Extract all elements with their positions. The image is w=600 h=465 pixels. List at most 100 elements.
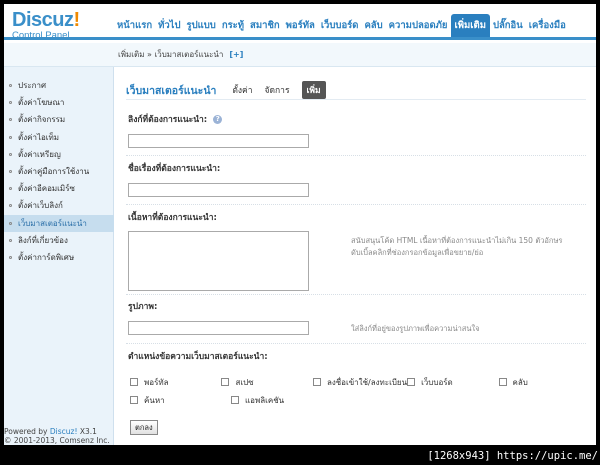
position-option[interactable]: สเปซ <box>221 376 312 389</box>
submit-button[interactable]: ตกลง <box>130 420 158 435</box>
content-textarea[interactable] <box>128 231 309 291</box>
position-option[interactable]: ค้นหา <box>130 394 231 407</box>
nav-item[interactable]: เว็บบอร์ด <box>318 14 362 37</box>
link-field-label: ลิงก์ที่ต้องการแนะนำ:? <box>128 112 223 126</box>
add-shortcut-button[interactable]: [+] <box>229 50 243 59</box>
bullet-icon <box>9 238 12 242</box>
sidebar-item-label: ตั้งค่าคู่มือการใช้งาน <box>18 167 90 177</box>
checkbox[interactable] <box>312 378 321 386</box>
watermark: [1268x943] https://upic.me/ <box>427 450 598 462</box>
nav-item[interactable]: กระทู้ <box>219 14 247 37</box>
nav-item[interactable]: ความปลอดภัย <box>386 14 451 37</box>
nav-item[interactable]: สมาชิก <box>247 14 283 37</box>
checkbox-label: เว็บบอร์ด <box>421 377 453 387</box>
content-hint: สนับสนุนโค้ด HTML เนื้อหาที่ต้องการแนะนำ… <box>351 236 563 257</box>
sidebar-item[interactable]: ตั้งค่าเหรียญ <box>4 146 114 163</box>
sidebar-item[interactable]: ตั้งค่าคู่มือการใช้งาน <box>4 163 114 180</box>
bullet-icon <box>9 187 12 191</box>
checkbox[interactable] <box>498 378 507 386</box>
header: Discuz! Control Panel หน้าแรก ทั่วไป รูปแบ… <box>4 4 596 41</box>
checkbox-label: ค้นหา <box>144 395 165 405</box>
top-nav: หน้าแรก ทั่วไป รูปแบบ กระทู้ สมาชิก พอร์ทัล เว… <box>114 14 569 37</box>
main-panel: เว็บมาสเตอร์แนะนำ ตั้งค่า จัดการ เพิ่ม ลิง… <box>114 67 596 445</box>
tab[interactable]: จัดการ <box>265 83 290 97</box>
position-option[interactable]: แอพลิเคชัน <box>231 394 332 407</box>
checkbox-label: ลงชื่อเข้าใช้/ลงทะเบียน <box>326 377 408 387</box>
sidebar-item-label: ตั้งค่าเว็บลิงก์ <box>18 201 63 211</box>
tab[interactable]: ตั้งค่า <box>232 83 252 97</box>
sidebar-item[interactable]: ตั้งค่าการ์ดพิเศษ <box>4 249 114 266</box>
sidebar-item[interactable]: ประกาศ <box>4 77 114 94</box>
bullet-icon <box>9 204 12 208</box>
nav-item[interactable]: เพิ่มเติม <box>450 14 490 37</box>
sidebar-item[interactable]: ตั้งค่าเว็บลิงก์ <box>4 197 114 214</box>
powered-link[interactable]: Discuz! <box>50 427 78 436</box>
app-window: Discuz! Control Panel หน้าแรก ทั่วไป รูปแบ… <box>4 4 596 445</box>
bullet-icon <box>9 170 12 174</box>
breadcrumb: เพิ่มเติม » เว็บมาสเตอร์แนะนำ [+] <box>118 43 243 67</box>
bullet-icon <box>9 101 12 105</box>
position-field-label: ตำแหน่งข้อความเว็บมาสเตอร์แนะนำ: <box>128 352 268 362</box>
sidebar-item-label: ตั้งค่าการ์ดพิเศษ <box>18 252 75 262</box>
sidebar-item-label: ตั้งค่าเหรียญ <box>18 149 61 159</box>
nav-item[interactable]: เครื่องมือ <box>526 14 569 37</box>
sidebar-item-label: ประกาศ <box>18 81 47 91</box>
sidebar: ประกาศตั้งค่าโฆษณาตั้งค่ากิจกรรมตั้งค่าไ… <box>4 67 114 445</box>
logo[interactable]: Discuz! Control Panel <box>12 10 80 41</box>
sidebar-item-label: ตั้งค่ากิจกรรม <box>18 115 66 125</box>
image-field-label: รูปภาพ: <box>128 302 158 312</box>
help-icon[interactable]: ? <box>213 115 223 124</box>
subject-input[interactable] <box>128 183 309 197</box>
logo-title: Discuz! <box>12 9 80 31</box>
bullet-icon <box>9 221 12 225</box>
nav-item[interactable]: ทั่วไป <box>155 14 183 37</box>
breadcrumb-bar: เพิ่มเติม » เว็บมาสเตอร์แนะนำ [+] <box>4 43 596 67</box>
nav-item[interactable]: พอร์ทัล <box>283 14 318 37</box>
checkbox[interactable] <box>407 378 416 386</box>
nav-item[interactable]: หน้าแรก <box>114 14 155 37</box>
checkbox-label: พอร์ทัล <box>144 377 169 387</box>
divider <box>126 204 586 205</box>
tab-bar: เว็บมาสเตอร์แนะนำ ตั้งค่า จัดการ เพิ่ม <box>126 81 338 99</box>
page-title: เว็บมาสเตอร์แนะนำ <box>126 84 217 97</box>
nav-item[interactable]: คลับ <box>361 14 385 37</box>
powered-by: Powered by Discuz! X3.1 © 2001-2013, Com… <box>4 427 110 445</box>
copyright: © 2001-2013, Comsenz Inc. <box>4 436 110 445</box>
bullet-icon <box>9 152 12 156</box>
breadcrumb-path: เพิ่มเติม » เว็บมาสเตอร์แนะนำ <box>118 50 224 59</box>
checkbox-row: พอร์ทัล สเปซ ลงชื่อเข้าใช้/ลงทะเบียน เว็บบอ… <box>130 373 590 391</box>
tabs: ตั้งค่า จัดการ เพิ่ม <box>232 81 337 99</box>
checkbox[interactable] <box>130 378 138 386</box>
position-option[interactable]: เว็บบอร์ด <box>407 376 498 389</box>
divider <box>126 343 586 344</box>
position-option[interactable]: พอร์ทัล <box>130 376 221 389</box>
checkbox[interactable] <box>130 396 138 404</box>
sidebar-item[interactable]: ตั้งค่ากิจกรรม <box>4 111 114 128</box>
sidebar-item[interactable]: ลิงก์ที่เกี่ยวข้อง <box>4 232 114 249</box>
nav-item[interactable]: ปลั๊กอิน <box>490 14 526 37</box>
checkbox[interactable] <box>221 378 230 386</box>
image-hint: ใส่ลิงก์ที่อยู่ของรูปภาพเพื่อความน่าสนใจ <box>351 324 480 333</box>
position-option[interactable]: ลงชื่อเข้าใช้/ลงทะเบียน <box>312 376 408 389</box>
sidebar-item-label: เว็บมาสเตอร์แนะนำ <box>18 218 87 228</box>
nav-item[interactable]: รูปแบบ <box>183 14 218 37</box>
bullet-icon <box>9 135 12 139</box>
sidebar-item-label: ตั้งค่าไอเท็ม <box>18 132 60 142</box>
sidebar-item[interactable]: ตั้งค่าโฆษณา <box>4 94 114 111</box>
link-input[interactable] <box>128 134 309 148</box>
divider <box>126 294 586 295</box>
checkbox-label: สเปซ <box>235 377 254 387</box>
position-option[interactable]: คลับ <box>498 376 590 389</box>
checkbox[interactable] <box>231 396 239 404</box>
content-field-label: เนื้อหาที่ต้องการแนะนำ: <box>128 213 217 223</box>
checkbox-label: คลับ <box>512 377 528 387</box>
sidebar-menu: ประกาศตั้งค่าโฆษณาตั้งค่ากิจกรรมตั้งค่าไ… <box>4 77 114 266</box>
image-input[interactable] <box>128 321 309 335</box>
sidebar-item[interactable]: เว็บมาสเตอร์แนะนำ <box>4 214 114 232</box>
sidebar-item-label: ตั้งค่าอีคอมเมิร์ซ <box>18 184 75 194</box>
divider <box>126 155 586 156</box>
sidebar-item[interactable]: ตั้งค่าไอเท็ม <box>4 129 114 146</box>
subject-field-label: ชื่อเรื่องที่ต้องการแนะนำ: <box>128 164 221 174</box>
sidebar-item[interactable]: ตั้งค่าอีคอมเมิร์ซ <box>4 180 114 197</box>
tab[interactable]: เพิ่ม <box>301 81 326 99</box>
